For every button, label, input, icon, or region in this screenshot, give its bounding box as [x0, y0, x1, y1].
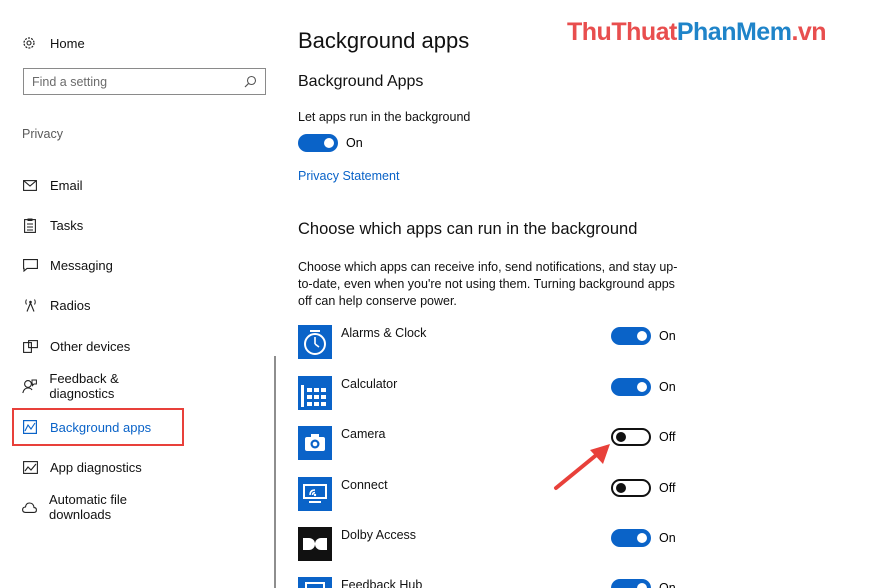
- toggle-state: Off: [659, 430, 676, 444]
- home-link[interactable]: Home: [22, 33, 85, 53]
- app-row-dolby-access: Dolby Access On: [298, 527, 688, 567]
- search-input[interactable]: Find a setting: [23, 68, 266, 95]
- watermark-part-c: .vn: [791, 18, 827, 46]
- background-apps-icon: [22, 419, 38, 435]
- messaging-icon: [22, 257, 38, 273]
- partially-scrolled-item: [22, 144, 142, 152]
- section-title-background-apps: Background Apps: [298, 73, 424, 90]
- red-arrow-annotation: [554, 444, 610, 490]
- watermark-part-a: ThuThuat: [567, 18, 677, 46]
- alarm-clock-icon: [298, 325, 332, 359]
- app-name: Dolby Access: [341, 528, 417, 542]
- app-toggle[interactable]: Off: [611, 479, 675, 497]
- privacy-statement-link[interactable]: Privacy Statement: [298, 169, 399, 183]
- toggle-state: On: [659, 531, 676, 545]
- sidebar-item-label: Messaging: [50, 257, 113, 273]
- app-name: Alarms & Clock: [341, 326, 427, 340]
- page-title: Background apps: [298, 28, 470, 53]
- sidebar-item-email[interactable]: Email: [12, 167, 182, 203]
- section-label-privacy: Privacy: [22, 127, 63, 141]
- app-toggle[interactable]: On: [611, 579, 676, 588]
- search-icon[interactable]: [244, 75, 257, 88]
- watermark-part-b: PhanMem: [676, 18, 792, 46]
- sidebar-item-label: Feedback & diagnostics: [49, 371, 119, 401]
- app-row-feedback-hub: Feedback Hub On: [298, 577, 688, 588]
- app-diagnostics-icon: [22, 459, 38, 475]
- feedback-icon: [22, 378, 38, 394]
- app-name: Calculator: [341, 377, 398, 391]
- app-name: Camera: [341, 427, 386, 441]
- camera-icon: [298, 426, 332, 460]
- sidebar-item-label: Radios: [50, 297, 91, 313]
- tasks-icon: [22, 217, 38, 233]
- sidebar-item-messaging[interactable]: Messaging: [12, 247, 182, 283]
- dolby-icon: [298, 527, 332, 561]
- sidebar-item-app-diagnostics[interactable]: App diagnostics: [12, 449, 182, 485]
- toggle-state: Off: [659, 481, 676, 495]
- sidebar-item-label: Tasks: [50, 217, 84, 233]
- connect-icon: [298, 477, 332, 511]
- app-toggle[interactable]: On: [611, 378, 676, 396]
- feedback-hub-icon: [298, 577, 332, 588]
- app-name: Connect: [341, 478, 388, 492]
- sidebar-item-label: Email: [50, 177, 83, 193]
- description-text: Choose which apps can receive info, send…: [298, 260, 678, 308]
- sidebar-item-label: Automatic file downloads: [49, 492, 128, 522]
- section-title-choose-apps: Choose which apps can run in the backgro…: [298, 220, 638, 238]
- toggle-state: On: [659, 380, 676, 394]
- watermark-logo: ThuThuatPhanMem.vn: [567, 18, 827, 47]
- home-label: Home: [50, 35, 85, 51]
- toggle-switch[interactable]: [611, 529, 651, 547]
- search-placeholder: Find a setting: [32, 74, 108, 89]
- sidebar-item-label: Background apps: [50, 419, 152, 435]
- radios-icon: [22, 297, 38, 313]
- run-in-background-toggle[interactable]: On: [298, 134, 363, 152]
- calculator-icon: [298, 376, 332, 410]
- run-in-background-label: Let apps run in the background: [298, 110, 471, 124]
- app-row-alarms-clock: Alarms & Clock On: [298, 325, 688, 365]
- sidebar-item-other-devices[interactable]: Other devices: [12, 328, 182, 364]
- sidebar-item-feedback-diagnostics[interactable]: Feedback & diagnostics: [12, 368, 182, 404]
- app-name: Feedback Hub: [341, 578, 423, 588]
- toggle-switch[interactable]: [611, 378, 651, 396]
- mail-icon: [22, 177, 38, 193]
- sidebar-item-radios[interactable]: Radios: [12, 287, 182, 323]
- gear-icon: [22, 36, 36, 50]
- toggle-state: On: [659, 329, 676, 343]
- sidebar-item-automatic-file-downloads[interactable]: Automatic file downloads: [12, 489, 182, 525]
- devices-icon: [22, 338, 38, 354]
- app-row-connect: Connect Off: [298, 477, 688, 517]
- sidebar-item-background-apps[interactable]: Background apps: [12, 408, 184, 446]
- sidebar-item-tasks[interactable]: Tasks: [12, 207, 182, 243]
- toggle-switch[interactable]: [611, 327, 651, 345]
- app-toggle[interactable]: On: [611, 529, 676, 547]
- app-row-camera: Camera Off: [298, 426, 688, 466]
- app-toggle[interactable]: Off: [611, 428, 675, 446]
- cloud-icon: [22, 499, 37, 515]
- sidebar-item-label: App diagnostics: [50, 459, 142, 475]
- toggle-state: On: [346, 136, 363, 150]
- app-toggle[interactable]: On: [611, 327, 676, 345]
- app-row-calculator: Calculator On: [298, 376, 688, 416]
- sidebar-item-label: Other devices: [50, 338, 131, 354]
- toggle-state: On: [659, 581, 676, 588]
- toggle-switch[interactable]: [611, 579, 651, 588]
- sidebar: Home Find a setting Privacy Email Tasks …: [0, 0, 276, 588]
- scrollbar[interactable]: [274, 356, 276, 588]
- toggle-switch[interactable]: [298, 134, 338, 152]
